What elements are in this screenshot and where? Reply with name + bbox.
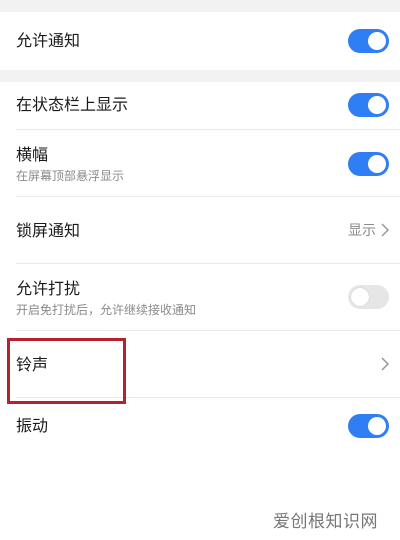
vibration-row[interactable]: 振动 <box>0 398 400 454</box>
highlight-box <box>7 338 126 404</box>
watermark: 爱创根知识网 <box>273 512 378 532</box>
allow-notifications-row[interactable]: 允许通知 <box>0 12 400 70</box>
toggle-knob <box>368 96 386 114</box>
allow-notifications-label: 允许通知 <box>16 31 81 50</box>
banner-toggle[interactable] <box>348 152 389 176</box>
allow-interruptions-label: 允许打扰 <box>16 279 81 298</box>
toggle-knob <box>368 32 386 50</box>
allow-notifications-toggle[interactable] <box>348 29 389 53</box>
allow-interruptions-toggle[interactable] <box>348 285 389 309</box>
section-gap <box>0 70 400 82</box>
vibration-toggle[interactable] <box>348 414 389 438</box>
toggle-knob <box>368 417 386 435</box>
chevron-right-icon <box>381 357 390 371</box>
banner-label: 横幅 <box>16 145 49 164</box>
lock-screen-notifications-row[interactable]: 锁屏通知 显示 <box>0 197 400 264</box>
toggle-knob <box>351 288 369 306</box>
allow-interruptions-subtitle: 开启免打扰后，允许继续接收通知 <box>16 303 197 317</box>
lock-screen-notifications-label: 锁屏通知 <box>16 221 81 240</box>
lock-screen-notifications-value: 显示 <box>348 223 376 239</box>
allow-interruptions-row[interactable]: 允许打扰 开启免打扰后，允许继续接收通知 <box>0 264 400 331</box>
banner-subtitle: 在屏幕顶部悬浮显示 <box>16 169 125 183</box>
show-in-status-bar-row[interactable]: 在状态栏上显示 <box>0 82 400 130</box>
show-in-status-bar-toggle[interactable] <box>348 93 389 117</box>
section-gap-top <box>0 0 400 12</box>
show-in-status-bar-label: 在状态栏上显示 <box>16 95 129 114</box>
toggle-knob <box>368 155 386 173</box>
banner-row[interactable]: 横幅 在屏幕顶部悬浮显示 <box>0 130 400 197</box>
chevron-right-icon <box>381 223 390 237</box>
vibration-label: 振动 <box>16 416 49 435</box>
